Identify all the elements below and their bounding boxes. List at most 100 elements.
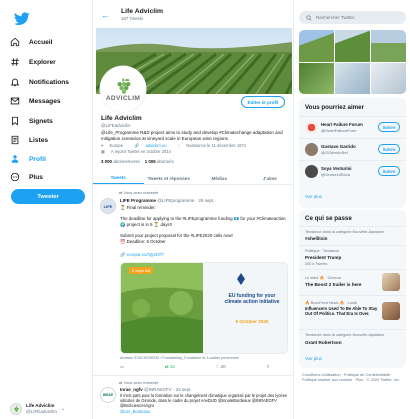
reply-button[interactable]: ▭ xyxy=(120,364,124,370)
card-tag: 5 days left xyxy=(129,267,154,274)
nav-item-explore[interactable]: Explorer xyxy=(10,55,92,69)
home-icon xyxy=(10,37,20,47)
trends-title: Ce qui se passe xyxy=(305,215,352,222)
avatar-brand-text: ADVICLIM xyxy=(105,94,141,102)
trend-context: Tendance dans la catégorie Nouvelle-Aqui… xyxy=(305,333,385,337)
tab-media[interactable]: Médias xyxy=(194,172,245,184)
trend-item[interactable]: Tendance dans la catégorie Nouvelle-Aqui… xyxy=(299,329,406,351)
trend-context: 🔥 BuzzFeed News 🔥 · Lundi xyxy=(305,301,357,305)
account-switcher[interactable]: Life Adviclim @LIFEadviclim ⌄ xyxy=(10,402,92,416)
like-count: 20 xyxy=(220,364,226,369)
suggestion-avatar[interactable] xyxy=(305,121,318,134)
tweet-link[interactable]: 🔗 europa.eu/!Qp43Tf xyxy=(120,252,288,258)
trend-thumbnail[interactable] xyxy=(382,273,400,291)
tweet-header: LIFE Programme @LIFEprogramme · 29 sept. xyxy=(120,198,214,203)
tab-tweets-and-replies[interactable]: Tweets et réponses xyxy=(144,172,195,184)
nav-label: Messages xyxy=(29,97,61,105)
retweet-button[interactable]: ⇄ 12 xyxy=(165,364,175,370)
trend-title[interactable]: Grant Robertson xyxy=(305,340,342,345)
trends-more-link[interactable]: Voir plus xyxy=(305,356,322,361)
gallery-photo[interactable] xyxy=(335,62,370,94)
trend-title[interactable]: President Trump xyxy=(305,255,341,260)
more-icon xyxy=(10,172,20,182)
trend-title[interactable]: The Boost 2 trailer is here xyxy=(305,282,383,287)
bell-icon xyxy=(10,78,20,87)
grape-logo-icon xyxy=(117,77,131,94)
suggestion-name[interactable]: Soya Venturini xyxy=(321,166,352,171)
suggestion-avatar[interactable] xyxy=(305,165,318,178)
suggestion-avatar[interactable] xyxy=(305,143,318,156)
follow-button[interactable]: Suivre xyxy=(378,144,400,154)
tab-likes[interactable]: J'aime xyxy=(245,172,294,184)
tweet-text-line: The deadline for applying to the #LIFEpr… xyxy=(120,216,286,227)
suggestion-handle: @GGarridoRef xyxy=(321,150,348,155)
nav-item-home[interactable]: Accueil xyxy=(10,35,92,49)
twitter-bird-icon[interactable] xyxy=(14,12,30,26)
followers-link[interactable]: 1 006 abonnés xyxy=(145,159,174,164)
nav-item-messages[interactable]: Messages xyxy=(10,94,92,108)
gallery-photo[interactable] xyxy=(299,62,334,94)
follow-button[interactable]: Suivre xyxy=(378,166,400,176)
nav-label: Explorer xyxy=(29,58,56,66)
header-tweet-count: 167 Tweets xyxy=(121,16,144,21)
website-link[interactable]: adviclim.eu xyxy=(146,143,167,148)
tab-tweets[interactable]: Tweets xyxy=(93,172,144,184)
trend-item[interactable]: Politique · Tendance President Trump 300… xyxy=(299,245,406,269)
back-arrow-icon[interactable]: ← xyxy=(101,10,110,20)
nav-item-bookmarks[interactable]: Signets xyxy=(10,114,92,128)
trend-title[interactable]: #shellitxin xyxy=(305,236,327,241)
share-button[interactable]: ⇪ xyxy=(266,364,270,370)
following-link[interactable]: 3 000 abonnements xyxy=(101,159,140,164)
birth-item: ◌ Naissance le 11 décembre 1971 xyxy=(178,143,251,148)
suggestion-item[interactable]: Gustavo Garrido @GGarridoRef Suivre xyxy=(299,138,406,160)
profile-tabs: Tweets Tweets et réponses Médias J'aime xyxy=(93,172,294,185)
suggestion-item[interactable]: Heart Failure Forum @HeartFailureForm Su… xyxy=(299,116,406,138)
tweet-avatar[interactable]: INRAE xyxy=(100,387,116,403)
nav-label: Notifications xyxy=(29,78,69,86)
nav-item-notifications[interactable]: Notifications xyxy=(10,75,92,89)
tweet-avatar[interactable]: LIFE xyxy=(100,198,116,214)
nav-item-profile[interactable]: Profil xyxy=(10,152,92,166)
nav-label: Listes xyxy=(29,136,49,144)
edit-profile-button[interactable]: Éditer le profil xyxy=(241,96,285,108)
footer-links[interactable]: Conditions d'utilisation · Politique de … xyxy=(302,372,404,382)
tweet-text-line: Il s'est parti pour la formation sur le … xyxy=(120,393,287,409)
gallery-photo[interactable] xyxy=(335,30,370,62)
media-gallery[interactable] xyxy=(299,30,406,94)
show-more-link[interactable]: Voir plus xyxy=(305,194,322,199)
trend-item[interactable]: Le stark 🔥 · Cinema The Boost 2 trailer … xyxy=(299,269,406,295)
gallery-photo[interactable] xyxy=(299,30,334,62)
gallery-photo[interactable] xyxy=(371,62,406,94)
search-box[interactable] xyxy=(299,11,406,24)
tweet-author[interactable]: Inrae_ngfv xyxy=(120,387,143,392)
tweet-item[interactable]: ⇄ Vous avez retweeté LIFE LIFE Programme… xyxy=(93,186,293,376)
trend-item[interactable]: Tendance dans la catégorie Nouvelle-Aqui… xyxy=(299,226,406,245)
website-item[interactable]: 🔗 adviclim.eu xyxy=(134,143,171,148)
suggestion-name[interactable]: Gustavo Garrido xyxy=(321,144,356,149)
tweet-author[interactable]: LIFE Programme xyxy=(120,198,156,203)
gallery-photo[interactable] xyxy=(371,30,406,62)
suggestion-name[interactable]: Heart Failure Forum xyxy=(321,122,363,127)
like-button[interactable]: ♡ 20 xyxy=(215,364,225,370)
trend-thumbnail[interactable] xyxy=(382,302,400,320)
tweet-media-card[interactable]: 5 days left EU funding for your climate … xyxy=(120,262,288,354)
following-count: 3 000 xyxy=(101,159,112,164)
profile-timeline: ← Life Adviclim 167 Tweets ADVICLIM Édit… xyxy=(92,0,294,419)
trends-panel: Ce qui se passe Tendance dans la catégor… xyxy=(299,210,406,368)
nav-item-more[interactable]: Plus xyxy=(10,170,92,184)
nav-item-lists[interactable]: Listes xyxy=(10,133,92,147)
search-input[interactable] xyxy=(316,15,406,20)
account-avatar xyxy=(10,403,22,415)
tweet-mention[interactable]: @Uni_Bordeaux xyxy=(120,409,288,415)
tweet-button[interactable]: Tweeter xyxy=(11,189,85,204)
trend-item[interactable]: 🔥 BuzzFeed News 🔥 · Lundi Influencers Us… xyxy=(299,295,406,329)
who-to-follow-title: Vous pourriez aimer xyxy=(305,104,365,111)
trend-title[interactable]: Influencers Used To Be Able To Stay Out … xyxy=(305,306,381,317)
follow-button[interactable]: Suivre xyxy=(378,122,400,132)
profile-avatar[interactable]: ADVICLIM xyxy=(100,66,146,112)
retweet-text: Vous avez retweeté xyxy=(123,380,159,385)
tweet-item[interactable]: ⇄ Vous avez retweeté INRAE Inrae_ngfv @I… xyxy=(93,376,293,419)
follow-counts: 3 000 abonnements 1 006 abonnés xyxy=(101,159,174,164)
retweet-count: 12 xyxy=(169,364,175,369)
suggestion-item[interactable]: Soya Venturini @VenturiniEdna Suivre xyxy=(299,160,406,182)
